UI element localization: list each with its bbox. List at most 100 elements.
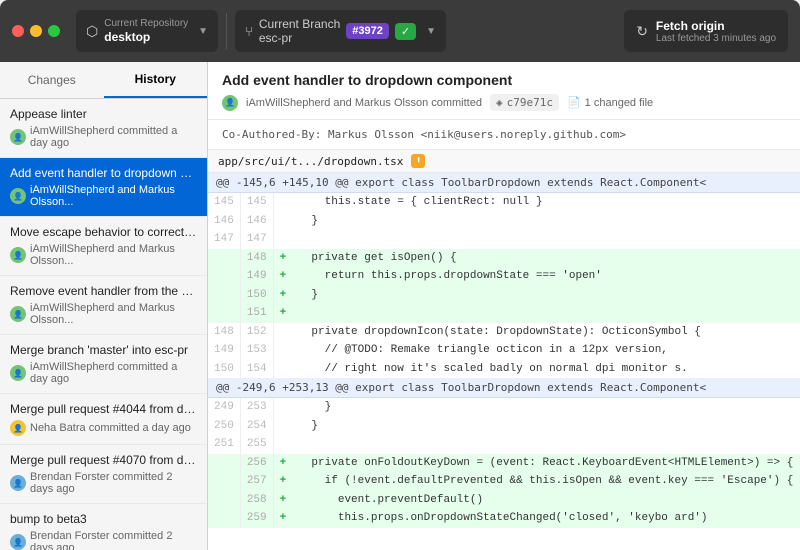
- minimize-button[interactable]: [30, 25, 42, 37]
- avatar: 👤: [10, 129, 26, 145]
- diff-line: 150154 // right now it's scaled badly on…: [208, 360, 800, 379]
- line-num-old: [208, 286, 240, 305]
- line-sign: +: [273, 509, 292, 528]
- line-content: this.props.onDropdownStateChanged('close…: [292, 509, 799, 528]
- line-num-new: 255: [240, 435, 273, 454]
- line-num-old: [208, 267, 240, 286]
- fetch-origin-section[interactable]: ↻ Fetch origin Last fetched 3 minutes ag…: [624, 10, 788, 52]
- diff-line: 146146 }: [208, 212, 800, 231]
- repo-icon: ⬡: [86, 23, 98, 40]
- line-num-new: 254: [240, 417, 273, 436]
- commit-item-title: Appease linter: [10, 107, 197, 121]
- diff-line: 145145 this.state = { clientRect: null }: [208, 193, 800, 212]
- line-content: private onFoldoutKeyDown = (event: React…: [292, 454, 799, 473]
- line-num-old: 249: [208, 398, 240, 417]
- line-sign: [273, 341, 292, 360]
- line-num-old: 251: [208, 435, 240, 454]
- line-content: // @TODO: Remake triangle octicon in a 1…: [292, 341, 799, 360]
- line-sign: [273, 230, 292, 249]
- branch-name: esc-pr: [259, 31, 340, 45]
- commit-item-meta: 👤iAmWillShepherd and Markus Olsson...: [10, 302, 197, 326]
- commit-item[interactable]: Merge pull request #4044 from des...👤Neh…: [0, 394, 207, 445]
- line-num-new: 147: [240, 230, 273, 249]
- commit-message: Co-Authored-By: Markus Olsson <niik@user…: [208, 120, 800, 150]
- line-num-new: 257: [240, 472, 273, 491]
- line-content: event.preventDefault(): [292, 491, 799, 510]
- commit-item[interactable]: Merge branch 'master' into esc-pr👤iAmWil…: [0, 335, 207, 394]
- diff-table-hunk1: 145145 this.state = { clientRect: null }…: [208, 193, 800, 378]
- line-content: return this.props.dropdownState === 'ope…: [292, 267, 799, 286]
- commit-item-author: iAmWillShepherd and Markus Olsson...: [30, 302, 197, 326]
- branch-label: Current Branch: [259, 17, 340, 31]
- commit-item-author: Brendan Forster committed 2 days ago: [30, 471, 197, 495]
- current-repository-section[interactable]: ⬡ Current Repository desktop ▼: [76, 10, 218, 52]
- line-content: private get isOpen() {: [292, 249, 799, 268]
- commit-item-author: iAmWillShepherd and Markus Olsson...: [30, 243, 197, 267]
- diff-line: 249253 }: [208, 398, 800, 417]
- avatar: 👤: [10, 420, 26, 436]
- hunk2-header: @@ -249,6 +253,13 @@ export class Toolba…: [208, 378, 800, 398]
- line-num-old: 146: [208, 212, 240, 231]
- commit-item-meta: 👤iAmWillShepherd committed a day ago: [10, 125, 197, 149]
- line-num-old: [208, 509, 240, 528]
- fetch-subtitle: Last fetched 3 minutes ago: [656, 33, 776, 44]
- line-num-old: [208, 491, 240, 510]
- line-num-old: [208, 454, 240, 473]
- line-sign: +: [273, 491, 292, 510]
- line-content: }: [292, 286, 799, 305]
- commit-item-author: Brendan Forster committed 2 days ago: [30, 530, 197, 550]
- commit-item-author: iAmWillShepherd and Markus Olsson...: [30, 184, 197, 208]
- diff-line: 149153 // @TODO: Remake triangle octicon…: [208, 341, 800, 360]
- line-num-old: 149: [208, 341, 240, 360]
- maximize-button[interactable]: [48, 25, 60, 37]
- line-content: }: [292, 417, 799, 436]
- diff-line: 150+ }: [208, 286, 800, 305]
- line-num-new: 149: [240, 267, 273, 286]
- tab-history[interactable]: History: [104, 62, 208, 98]
- commit-item[interactable]: Move escape behavior to correct co... 👤iA…: [0, 217, 207, 276]
- line-num-old: 250: [208, 417, 240, 436]
- repo-label: Current Repository: [104, 18, 188, 30]
- commit-item-title: Move escape behavior to correct co...: [10, 225, 197, 239]
- commit-item-meta: 👤Brendan Forster committed 2 days ago: [10, 530, 197, 550]
- diff-table-hunk2: 249253 }250254 }251255256+ private onFol…: [208, 398, 800, 528]
- line-sign: [273, 398, 292, 417]
- line-num-old: 147: [208, 230, 240, 249]
- line-content: }: [292, 212, 799, 231]
- line-num-old: 145: [208, 193, 240, 212]
- branch-icon: ⑂: [245, 24, 253, 39]
- tab-changes[interactable]: Changes: [0, 62, 104, 98]
- close-button[interactable]: [12, 25, 24, 37]
- avatar: 👤: [10, 188, 26, 204]
- commit-item[interactable]: Appease linter 👤iAmWillShepherd committed…: [0, 99, 207, 158]
- line-num-new: 151: [240, 304, 273, 323]
- line-num-new: 253: [240, 398, 273, 417]
- commit-list: Appease linter👤iAmWillShepherd committed…: [0, 99, 207, 550]
- expand-icon[interactable]: ⬆: [411, 154, 425, 168]
- line-num-old: 148: [208, 323, 240, 342]
- avatar: 👤: [10, 247, 26, 263]
- current-branch-section[interactable]: ⑂ Current Branch esc-pr #3972 ✓ ▼: [235, 10, 446, 52]
- line-sign: [273, 417, 292, 436]
- line-sign: [273, 435, 292, 454]
- commit-header: Add event handler to dropdown component …: [208, 62, 800, 120]
- avatar: 👤: [10, 475, 26, 491]
- line-num-new: 152: [240, 323, 273, 342]
- commit-hash[interactable]: ◈ c79e71c: [490, 94, 559, 111]
- hunk1-header: @@ -145,6 +145,10 @@ export class Toolba…: [208, 173, 800, 193]
- line-content: private dropdownIcon(state: DropdownStat…: [292, 323, 799, 342]
- commit-item[interactable]: bump to beta3👤Brendan Forster committed …: [0, 504, 207, 550]
- line-num-new: 148: [240, 249, 273, 268]
- file-header: app/src/ui/t.../dropdown.tsx ⬆: [208, 150, 800, 173]
- commit-item[interactable]: Add event handler to dropdown component 👤…: [0, 158, 207, 217]
- commit-item-title: Add event handler to dropdown component: [10, 166, 197, 180]
- line-sign: [273, 212, 292, 231]
- commit-item-title: Remove event handler from the bra...: [10, 284, 197, 298]
- commit-item[interactable]: Remove event handler from the bra... 👤iAm…: [0, 276, 207, 335]
- line-num-new: 154: [240, 360, 273, 379]
- diff-container[interactable]: app/src/ui/t.../dropdown.tsx ⬆ @@ -145,6…: [208, 150, 800, 550]
- commit-item-author: iAmWillShepherd committed a day ago: [30, 125, 197, 149]
- line-num-new: 258: [240, 491, 273, 510]
- line-sign: +: [273, 249, 292, 268]
- commit-item[interactable]: Merge pull request #4070 from desk...👤Br…: [0, 445, 207, 504]
